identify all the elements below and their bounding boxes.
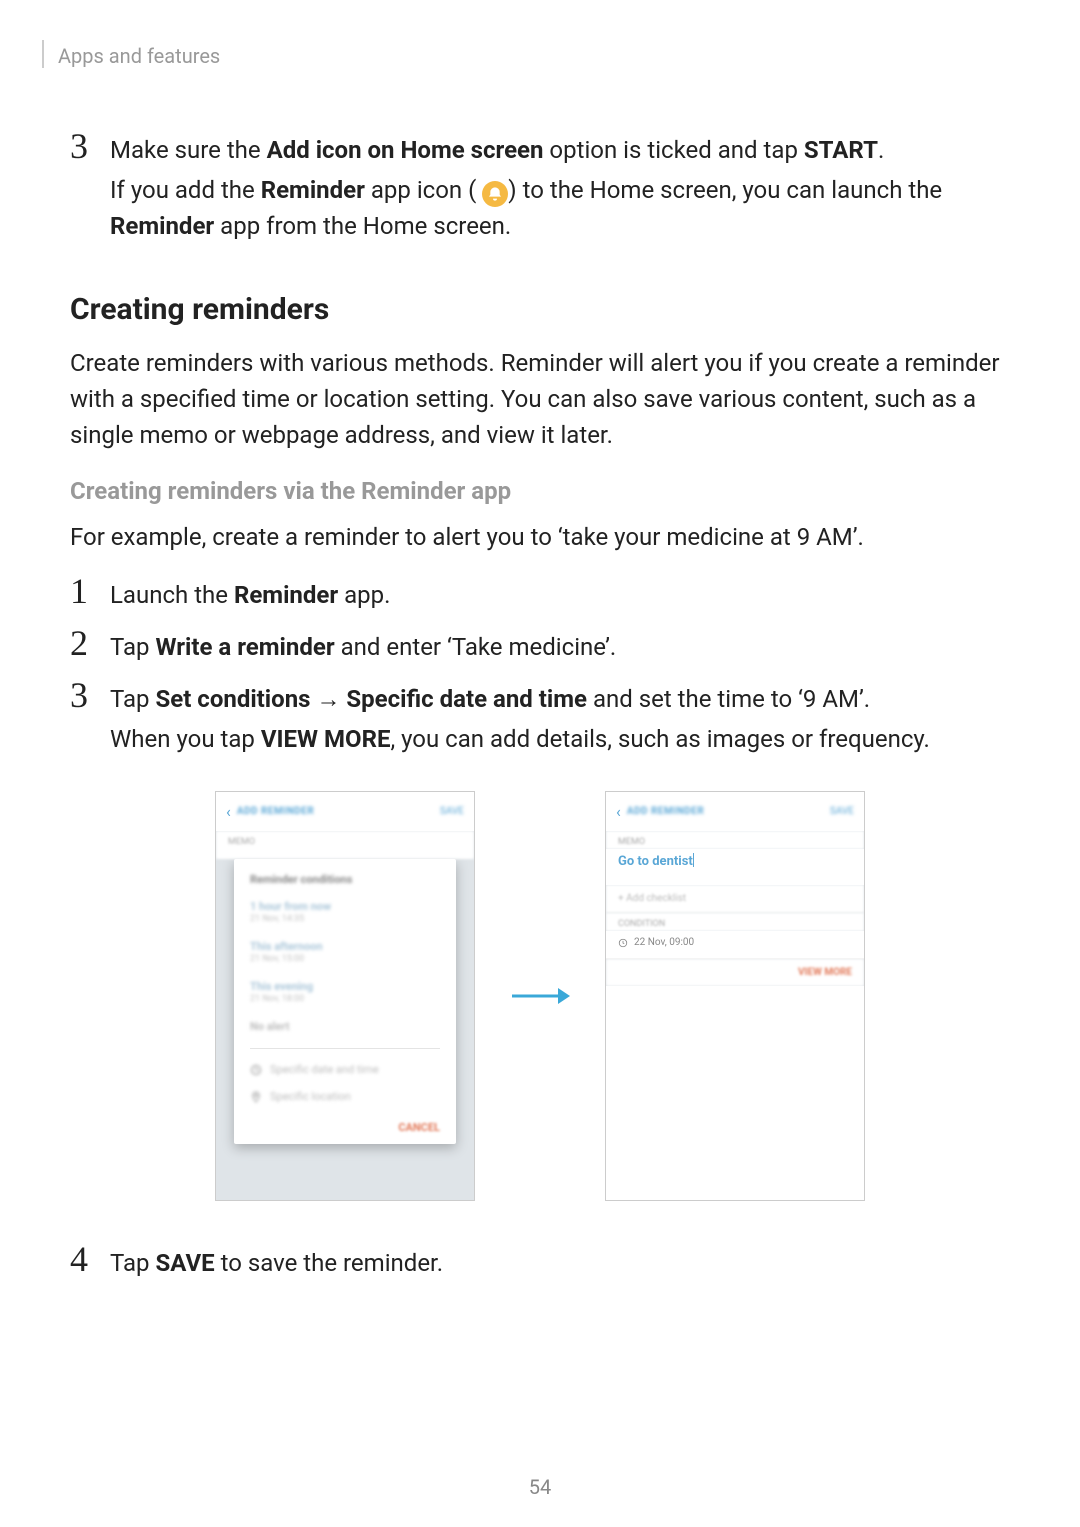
save-label: SAVE (830, 806, 854, 817)
text: Specific location (270, 1090, 351, 1103)
bold-text: Reminder (110, 212, 214, 240)
step-3-line1: Tap Set conditions → Specific date and t… (110, 681, 1010, 717)
reminder-app-icon (482, 181, 508, 207)
arrow-icon (505, 984, 575, 1008)
clock-icon (250, 1064, 262, 1076)
text: ) to the Home screen, you can launch the (508, 176, 942, 204)
option-specific-location: Specific location (250, 1090, 440, 1103)
back-icon: ‹ (226, 802, 231, 821)
text: If you add the (110, 176, 261, 204)
text: Tap (110, 1249, 155, 1277)
bold-text: SAVE (155, 1249, 214, 1277)
text: Tap (110, 685, 155, 713)
step-number: 4 (70, 1241, 110, 1285)
add-checklist: + Add checklist (606, 885, 864, 913)
bold-text: VIEW MORE (261, 725, 391, 753)
text: to save the reminder. (215, 1249, 443, 1277)
text: Launch the (110, 581, 234, 609)
step-number: 2 (70, 625, 110, 669)
step-number: 1 (70, 573, 110, 617)
bold-text: START (804, 136, 878, 164)
text: option is ticked and tap (543, 136, 803, 164)
memo-label: MEMO (606, 831, 864, 849)
arrow-text: → (310, 685, 346, 713)
bold-text: Set conditions (155, 685, 310, 713)
text: and enter ‘Take medicine’. (335, 633, 617, 661)
text: Make sure the (110, 136, 267, 164)
step-3-line2: If you add the Reminder app icon ( ) to … (110, 172, 1010, 244)
text: app. (338, 581, 390, 609)
step-number: 3 (70, 128, 110, 248)
option-evening: This evening21 Nov, 18:00 (250, 980, 440, 1006)
step-1-text: Launch the Reminder app. (110, 577, 1010, 613)
option-noalert: No alert (250, 1020, 440, 1034)
condition-label: CONDITION (606, 913, 864, 931)
titlebar: ‹ ADD REMINDER SAVE (606, 792, 864, 831)
titlebar: ‹ ADD REMINDER SAVE (216, 792, 474, 831)
bold-text: Write a reminder (155, 633, 334, 661)
conditions-popup: Reminder conditions 1 hour from now21 No… (234, 859, 456, 1144)
heading-creating-reminders: Creating reminders (70, 292, 1010, 327)
step-2: 2 Tap Write a reminder and enter ‘Take m… (70, 625, 1010, 669)
memo-label: MEMO (216, 831, 474, 859)
option-specific-date: Specific date and time (250, 1063, 440, 1076)
step-4: 4 Tap SAVE to save the reminder. (70, 1241, 1010, 1285)
screen-title: ADD REMINDER (237, 806, 440, 817)
intro-paragraph: Create reminders with various methods. R… (70, 345, 1010, 453)
page-number: 54 (0, 1475, 1080, 1499)
cancel-label: CANCEL (250, 1121, 440, 1134)
popup-title: Reminder conditions (250, 873, 440, 886)
bold-text: Specific date and time (346, 685, 587, 713)
figure-row: ‹ ADD REMINDER SAVE MEMO Reminder condit… (70, 791, 1010, 1201)
divider (250, 1048, 440, 1049)
text: app from the Home screen. (214, 212, 511, 240)
save-label: SAVE (440, 806, 464, 817)
option-1hour: 1 hour from now21 Nov, 14:35 (250, 900, 440, 926)
screen-title: ADD REMINDER (627, 806, 830, 817)
bold-text: Reminder (234, 581, 338, 609)
step-3-line2: When you tap VIEW MORE, you can add deta… (110, 721, 1010, 757)
step-4-text: Tap SAVE to save the reminder. (110, 1245, 1010, 1281)
clock-icon (618, 938, 628, 948)
text: Specific date and time (270, 1063, 379, 1076)
step-number: 3 (70, 677, 110, 761)
view-more-label: VIEW MORE (606, 959, 864, 986)
location-icon (250, 1091, 262, 1103)
bold-text: Reminder (261, 176, 365, 204)
memo-input-value: Go to dentist (606, 849, 864, 885)
subheading-via-app: Creating reminders via the Reminder app (70, 477, 1010, 505)
step-3-top: 3 Make sure the Add icon on Home screen … (70, 128, 1010, 248)
condition-value: 22 Nov, 09:00 (634, 937, 694, 948)
text: . (878, 136, 884, 164)
step-3: 3 Tap Set conditions → Specific date and… (70, 677, 1010, 761)
option-afternoon: This afternoon21 Nov, 15:00 (250, 940, 440, 966)
step-2-text: Tap Write a reminder and enter ‘Take med… (110, 629, 1010, 665)
text: app icon ( (365, 176, 476, 204)
text: , you can add details, such as images or… (390, 725, 929, 753)
step-3-line1: Make sure the Add icon on Home screen op… (110, 132, 1010, 168)
back-icon: ‹ (616, 802, 621, 821)
example-paragraph: For example, create a reminder to alert … (70, 519, 1010, 555)
screenshot-left: ‹ ADD REMINDER SAVE MEMO Reminder condit… (215, 791, 475, 1201)
screenshot-right: ‹ ADD REMINDER SAVE MEMO Go to dentist +… (605, 791, 865, 1201)
bold-text: Add icon on Home screen (267, 136, 544, 164)
condition-row: 22 Nov, 09:00 (606, 931, 864, 959)
text: Tap (110, 633, 155, 661)
running-header: Apps and features (42, 40, 1010, 68)
text: When you tap (110, 725, 261, 753)
blank-area (606, 986, 864, 1200)
text: and set the time to ‘9 AM’. (587, 685, 870, 713)
step-1: 1 Launch the Reminder app. (70, 573, 1010, 617)
